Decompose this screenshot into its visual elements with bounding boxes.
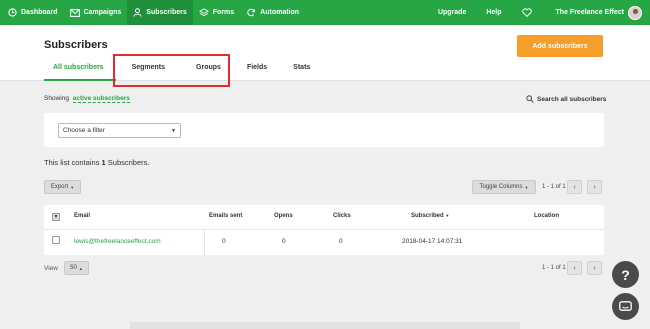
nav-favorites[interactable] — [512, 0, 546, 25]
layers-icon — [198, 8, 209, 17]
column-header-email[interactable]: Email — [74, 213, 90, 219]
chevron-left-icon: ‹ — [573, 183, 576, 191]
column-divider — [204, 230, 205, 255]
chevron-right-icon: › — [593, 183, 596, 191]
column-header-clicks[interactable]: Clicks — [333, 213, 351, 219]
highlight-box — [113, 54, 230, 87]
nav-help[interactable]: Help — [476, 0, 511, 25]
page-title: Subscribers — [44, 39, 108, 51]
filter-select-value: Choose a filter — [63, 127, 105, 134]
per-page-value: 50 — [70, 265, 77, 271]
bottom-pager-text: 1 - 1 of 1 — [542, 265, 566, 271]
question-mark-icon: ? — [621, 266, 630, 283]
view-label: View — [44, 265, 58, 272]
nav-subscribers-label: Subscribers — [146, 9, 187, 16]
filter-select[interactable]: Choose a filter ▼ — [58, 123, 181, 138]
subscribers-table: ▼ Email Emails sent Opens Clicks Subscri… — [44, 205, 604, 255]
export-label: Export — [50, 184, 69, 190]
row-divider — [44, 229, 604, 230]
search-all-label: Search all subscribers — [537, 95, 607, 103]
nav-campaigns[interactable]: Campaigns — [64, 0, 128, 25]
bottom-next-button[interactable]: › — [587, 261, 602, 275]
nav-help-label: Help — [486, 9, 502, 16]
nav-forms[interactable]: Forms — [193, 0, 240, 25]
top-pager-text: 1 - 1 of 1 — [542, 184, 566, 190]
per-page-select[interactable]: 50 ▲ — [64, 261, 89, 275]
column-header-opens[interactable]: Opens — [274, 213, 293, 219]
nav-subscribers[interactable]: Subscribers — [127, 0, 193, 25]
select-all-checkbox[interactable]: ▼ — [52, 213, 60, 221]
refresh-icon — [247, 8, 256, 17]
chat-widget-button[interactable] — [612, 293, 639, 320]
toggle-columns-button[interactable]: Toggle Columns ▼ — [472, 180, 536, 194]
caret-down-icon: ▼ — [70, 184, 75, 190]
nav-upgrade[interactable]: Upgrade — [428, 0, 476, 25]
column-header-emails-sent[interactable]: Emails sent — [209, 213, 242, 219]
envelope-icon — [69, 8, 80, 17]
chevron-left-icon: ‹ — [573, 264, 576, 272]
page-header: Subscribers Add subscribers All subscrib… — [0, 25, 650, 81]
column-header-subscribed-label: Subscribed — [411, 213, 444, 219]
search-icon — [526, 95, 534, 103]
add-subscribers-button[interactable]: Add subscribers — [517, 35, 603, 57]
caret-down-icon: ▼ — [524, 184, 529, 190]
count-prefix: This list contains — [44, 158, 100, 167]
nav-account[interactable]: The Freelance Effect — [546, 0, 650, 25]
sort-down-icon: ▼ — [445, 213, 450, 218]
help-widget-button[interactable]: ? — [612, 261, 639, 288]
nav-dashboard-label: Dashboard — [21, 9, 58, 16]
caret-down-icon: ▼ — [53, 214, 59, 220]
bottom-prev-button[interactable]: ‹ — [567, 261, 582, 275]
top-next-button[interactable]: › — [587, 180, 602, 194]
search-all-subscribers[interactable]: Search all subscribers — [526, 95, 606, 103]
tab-all-subscribers[interactable]: All subscribers — [44, 63, 116, 81]
bottom-panel-edge — [130, 322, 520, 329]
row-checkbox[interactable] — [52, 236, 60, 244]
column-header-location[interactable]: Location — [534, 213, 559, 219]
nav-campaigns-label: Campaigns — [83, 9, 122, 16]
cell-subscribed: 2018-04-17 14:07:31 — [402, 238, 463, 245]
nav-right: Upgrade Help The Freelance Effect — [428, 0, 650, 25]
cell-emails-sent: 0 — [222, 238, 226, 245]
subscriber-count-line: This list contains 1 Subscribers. — [44, 158, 149, 167]
showing-prefix: Showing — [44, 95, 69, 102]
toggle-columns-label: Toggle Columns — [479, 184, 523, 190]
account-name: The Freelance Effect — [555, 9, 624, 16]
chat-icon — [619, 300, 632, 311]
nav-upgrade-label: Upgrade — [437, 9, 467, 16]
top-nav: Dashboard Campaigns Subscribers Forms Au… — [0, 0, 650, 25]
subscriber-count: 1 — [101, 158, 106, 167]
caret-up-icon: ▲ — [78, 265, 83, 271]
tab-stats[interactable]: Stats — [277, 63, 320, 81]
user-icon — [133, 8, 142, 17]
nav-dashboard[interactable]: Dashboard — [0, 0, 64, 25]
heart-icon — [521, 8, 532, 17]
nav-forms-label: Forms — [212, 9, 235, 16]
export-button[interactable]: Export ▼ — [44, 180, 81, 194]
cell-opens: 0 — [282, 238, 286, 245]
showing-line: Showing active subscribers — [44, 95, 130, 103]
cell-clicks: 0 — [339, 238, 343, 245]
top-prev-button[interactable]: ‹ — [567, 180, 582, 194]
nav-automation-label: Automation — [260, 9, 300, 16]
clock-icon — [8, 8, 17, 17]
caret-down-icon: ▼ — [171, 128, 176, 134]
filter-panel: Choose a filter ▼ — [44, 113, 604, 147]
tab-fields[interactable]: Fields — [231, 63, 277, 81]
subscriber-email-link[interactable]: lewis@thefreelanceeffect.com — [74, 238, 161, 245]
column-header-subscribed[interactable]: Subscribed ▼ — [411, 213, 449, 219]
count-suffix: Subscribers. — [107, 158, 150, 167]
active-subscribers-link[interactable]: active subscribers — [72, 95, 130, 103]
nav-automation[interactable]: Automation — [240, 0, 305, 25]
chevron-right-icon: › — [593, 264, 596, 272]
avatar — [628, 5, 642, 20]
